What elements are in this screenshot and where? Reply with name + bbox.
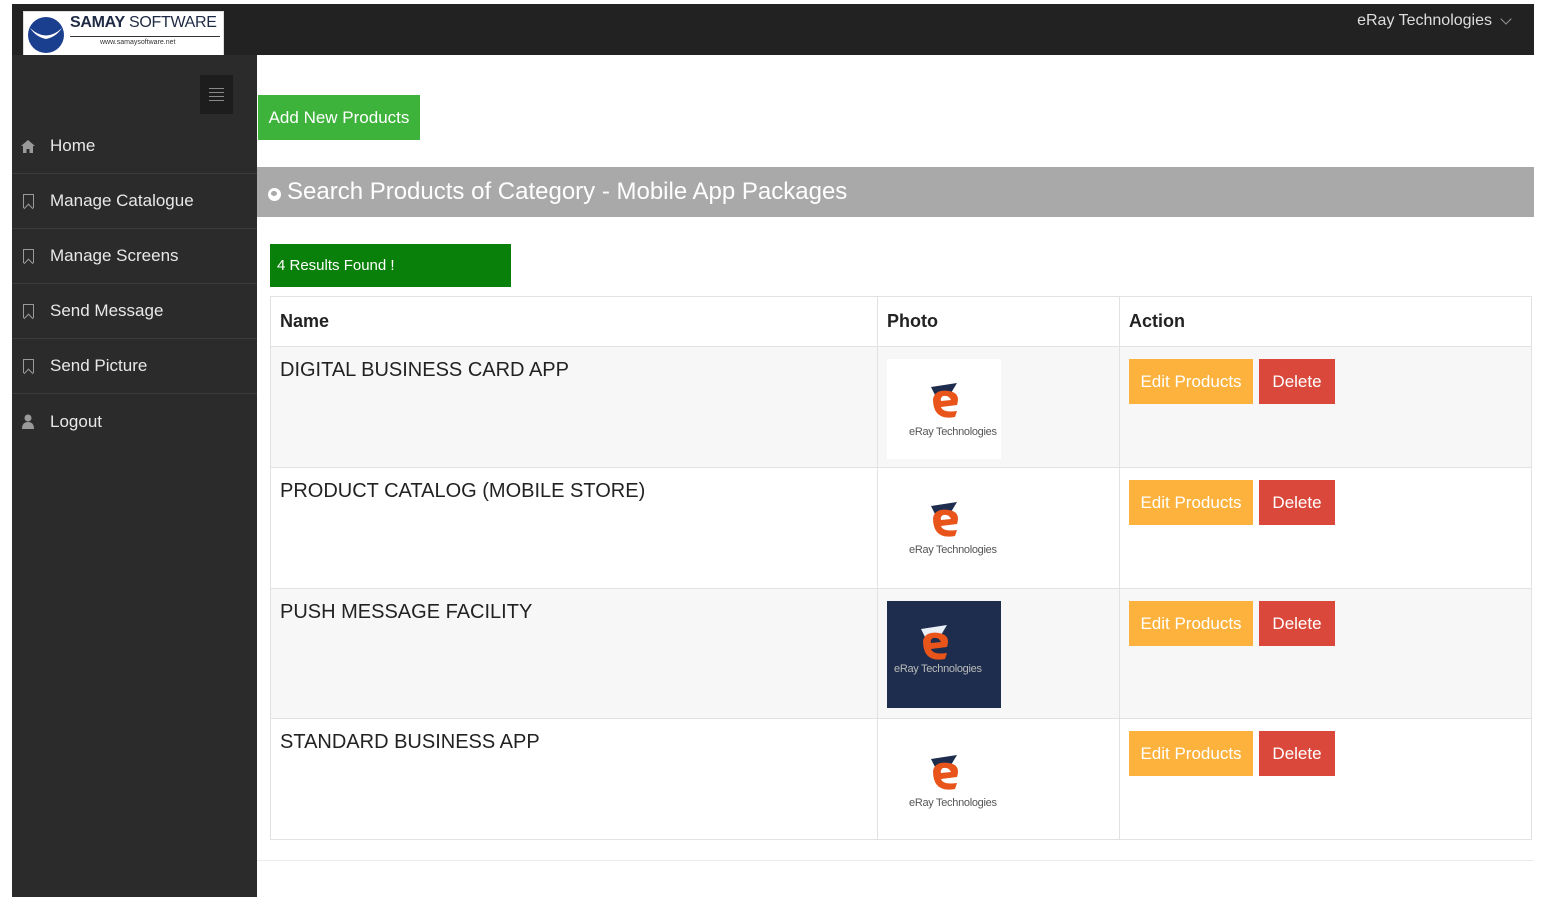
sidebar-item-logout[interactable]: Logout — [12, 394, 257, 449]
eray-logo-icon — [931, 755, 958, 790]
product-photo-cell: eRay Technologies — [877, 346, 1120, 468]
eray-logo-icon — [931, 383, 958, 418]
content-divider — [257, 860, 1534, 861]
sidebar-item-label: Logout — [50, 411, 102, 431]
product-photo[interactable]: eRay Technologies — [887, 359, 1001, 459]
bookmark-icon — [21, 193, 35, 209]
section-header: Search Products of Category - Mobile App… — [257, 167, 1534, 217]
table-row: PRODUCT CATALOG (MOBILE STORE) eRay Tech… — [270, 467, 1532, 589]
delete-button[interactable]: Delete — [1259, 601, 1335, 646]
action-cell: Edit Products Delete — [1119, 588, 1532, 719]
sidebar-item-home[interactable]: Home — [12, 119, 257, 174]
table-header-row: Name Photo Action — [270, 296, 1532, 347]
table-row: DIGITAL BUSINESS CARD APP eRay Technolog… — [270, 346, 1532, 468]
edit-products-button[interactable]: Edit Products — [1129, 359, 1253, 404]
globe-icon — [268, 187, 281, 201]
photo-caption: eRay Technologies — [894, 663, 982, 675]
brand-url: www.samaysoftware.net — [100, 39, 176, 46]
top-navbar: SAMAY SOFTWARE www.samaysoftware.net eRa… — [12, 4, 1534, 57]
sidebar-item-label: Send Picture — [50, 356, 148, 375]
table-row: STANDARD BUSINESS APP eRay Technologies — [270, 718, 1532, 840]
eray-logo-icon — [931, 502, 958, 537]
sidebar-item-label: Manage Catalogue — [50, 191, 194, 210]
product-photo[interactable]: eRay Technologies — [887, 731, 1001, 836]
product-photo[interactable]: eRay Technologies — [887, 601, 1001, 708]
user-name: eRay Technologies — [1357, 12, 1492, 29]
photo-caption: eRay Technologies — [909, 797, 997, 809]
photo-caption: eRay Technologies — [909, 426, 997, 438]
column-header-name: Name — [270, 296, 878, 347]
add-new-products-button[interactable]: Add New Products — [258, 95, 420, 140]
action-cell: Edit Products Delete — [1119, 467, 1532, 589]
sidebar-item-label: Home — [50, 136, 96, 155]
product-photo-cell: eRay Technologies — [877, 718, 1120, 840]
bookmark-icon — [21, 303, 35, 319]
sidebar-item-send-picture[interactable]: Send Picture — [12, 339, 257, 394]
app-window: SAMAY SOFTWARE www.samaysoftware.net eRa… — [12, 4, 1534, 897]
product-name: PUSH MESSAGE FACILITY — [270, 588, 878, 719]
results-count-badge: 4 Results Found ! — [270, 244, 511, 287]
main-content: Add New Products Search Products of Cate… — [257, 55, 1534, 897]
edit-products-button[interactable]: Edit Products — [1129, 731, 1253, 776]
product-photo-cell: eRay Technologies — [877, 467, 1120, 589]
delete-button[interactable]: Delete — [1259, 480, 1335, 525]
product-photo-cell: eRay Technologies — [877, 588, 1120, 719]
edit-products-button[interactable]: Edit Products — [1129, 480, 1253, 525]
user-dropdown[interactable]: eRay Technologies — [1357, 12, 1512, 30]
bookmark-icon — [21, 358, 35, 374]
bookmark-icon — [21, 248, 35, 264]
action-cell: Edit Products Delete — [1119, 346, 1532, 468]
sidebar-item-label: Send Message — [50, 301, 164, 320]
sidebar-nav: Home Manage Catalogue Manage Screens Sen… — [12, 119, 257, 449]
sidebar-item-send-message[interactable]: Send Message — [12, 284, 257, 339]
sidebar-toggle-button[interactable] — [200, 75, 233, 114]
photo-caption: eRay Technologies — [909, 544, 997, 556]
delete-button[interactable]: Delete — [1259, 359, 1335, 404]
product-photo[interactable]: eRay Technologies — [887, 480, 1001, 580]
chevron-down-icon — [1500, 12, 1512, 25]
edit-products-button[interactable]: Edit Products — [1129, 601, 1253, 646]
products-table: Name Photo Action DIGITAL BUSINESS CARD … — [270, 296, 1532, 840]
product-name: PRODUCT CATALOG (MOBILE STORE) — [270, 467, 878, 589]
sidebar-item-manage-catalogue[interactable]: Manage Catalogue — [12, 174, 257, 229]
eray-logo-icon — [921, 625, 948, 660]
samay-logo-icon — [28, 17, 64, 53]
brand-divider — [70, 36, 220, 37]
delete-button[interactable]: Delete — [1259, 731, 1335, 776]
user-icon — [21, 414, 35, 430]
sidebar: Home Manage Catalogue Manage Screens Sen… — [12, 55, 257, 897]
section-title: Search Products of Category - Mobile App… — [287, 178, 848, 205]
sidebar-item-label: Manage Screens — [50, 246, 179, 265]
table-row: PUSH MESSAGE FACILITY eRay Technologies — [270, 588, 1532, 719]
brand-name: SAMAY SOFTWARE — [70, 14, 217, 31]
column-header-action: Action — [1119, 296, 1532, 347]
product-name: DIGITAL BUSINESS CARD APP — [270, 346, 878, 468]
action-cell: Edit Products Delete — [1119, 718, 1532, 840]
column-header-photo: Photo — [877, 296, 1120, 347]
brand-logo[interactable]: SAMAY SOFTWARE www.samaysoftware.net — [23, 11, 224, 57]
sidebar-item-manage-screens[interactable]: Manage Screens — [12, 229, 257, 284]
home-icon — [21, 138, 35, 154]
product-name: STANDARD BUSINESS APP — [270, 718, 878, 840]
